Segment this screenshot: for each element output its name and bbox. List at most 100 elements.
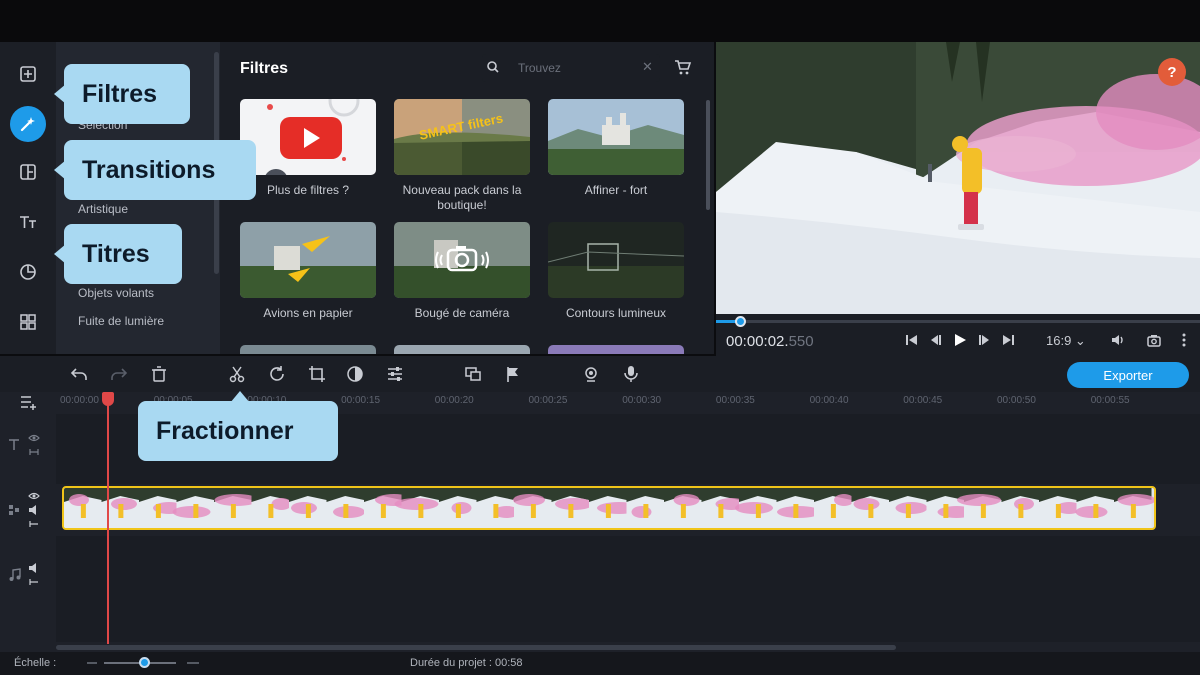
link-icon[interactable]: [28, 518, 40, 530]
seek-bar[interactable]: [716, 316, 1200, 327]
filter-thumbnail: [548, 222, 684, 298]
link-icon[interactable]: [28, 446, 40, 458]
clip-frame: [251, 488, 292, 528]
settings-sliders-icon[interactable]: [386, 365, 404, 383]
clip-frame: [513, 488, 552, 528]
volume-icon[interactable]: [28, 562, 40, 574]
filter-thumbnail: [394, 222, 530, 298]
stickers-tool-button[interactable]: [10, 254, 46, 290]
volume-icon[interactable]: [28, 504, 40, 516]
video-track[interactable]: [56, 484, 1200, 536]
filter-tile-paper-planes[interactable]: Avions en papier: [240, 222, 376, 321]
clip-frame: [326, 488, 365, 528]
filter-tile-glowing-edges[interactable]: Contours lumineux: [548, 222, 684, 321]
delete-icon[interactable]: [150, 365, 168, 383]
castle-thumbnail: [548, 99, 684, 175]
timeline-scrollbar[interactable]: [56, 645, 896, 650]
filter-tile-partial[interactable]: [394, 345, 530, 354]
status-bar: Échelle : Durée du projet : 00:58: [0, 652, 1200, 675]
skip-end-icon[interactable]: [1000, 332, 1016, 348]
timecode: 00:00:02.550: [726, 333, 814, 350]
clear-search-icon[interactable]: ✕: [642, 59, 653, 75]
help-button[interactable]: ?: [1158, 58, 1186, 86]
top-bar: [0, 0, 1200, 42]
clip-frame: [626, 488, 664, 528]
add-track-icon[interactable]: [20, 394, 38, 410]
video-editor-window: Sélection Artistique Objets volants Fuit…: [0, 0, 1200, 675]
search-icon: [487, 61, 499, 73]
zoom-out-icon[interactable]: [86, 659, 98, 667]
filter-tile-more[interactable]: Plus de filtres ?: [240, 99, 376, 198]
search-box: ✕: [482, 54, 660, 82]
smart-filters-thumbnail: SMART filters: [394, 99, 530, 175]
visibility-icon[interactable]: [28, 490, 40, 502]
filter-tile-camera-shake[interactable]: Bougé de caméra: [394, 222, 530, 321]
link-icon[interactable]: [28, 576, 40, 588]
filter-label: Nouveau pack dans la boutique!: [402, 183, 522, 212]
aspect-ratio-select[interactable]: 16:9 ⌄: [1046, 333, 1086, 349]
scissors-icon[interactable]: [228, 365, 246, 383]
visibility-icon[interactable]: [28, 432, 40, 444]
ruler-tick-label: 00:00:55: [1090, 395, 1130, 406]
filter-tile-sharpen-strong[interactable]: Affiner - fort: [548, 99, 684, 198]
clip-frame: [1039, 488, 1082, 528]
ruler-tick-label: 00:00:50: [997, 395, 1036, 406]
play-icon[interactable]: [952, 332, 968, 348]
text-icon: [20, 216, 36, 228]
audio-track[interactable]: [56, 536, 1200, 642]
export-button[interactable]: Exporter: [1067, 362, 1189, 388]
clip-frame: [439, 488, 477, 528]
filter-label: Plus de filtres ?: [266, 183, 350, 197]
timecode-ms: 550: [788, 333, 814, 350]
ruler-tick-label: 00:00:20: [434, 395, 474, 406]
callout-filters: Filtres: [54, 64, 190, 124]
callout-transitions: Transitions: [54, 140, 256, 200]
skip-start-icon[interactable]: [904, 332, 920, 348]
crop-icon[interactable]: [308, 365, 326, 383]
filter-tile-partial[interactable]: [240, 345, 376, 354]
clip-frame: [476, 488, 520, 528]
snapshot-icon[interactable]: [1146, 332, 1162, 348]
cart-icon[interactable]: [674, 58, 692, 76]
undo-icon[interactable]: [70, 365, 88, 383]
zoom-handle[interactable]: [138, 657, 150, 668]
ruler-tick-label: 00:00:45: [903, 395, 943, 406]
player-controls: 00:00:02.550 16:9 ⌄: [716, 314, 1200, 356]
filters-scrollbar[interactable]: [706, 100, 710, 210]
search-input[interactable]: [518, 58, 636, 78]
video-preview[interactable]: [716, 42, 1200, 314]
color-adjust-icon[interactable]: [346, 365, 364, 383]
overlay-icon[interactable]: [464, 365, 482, 383]
seek-handle[interactable]: [735, 316, 747, 327]
clip-frame: [889, 488, 928, 528]
marker-flag-icon[interactable]: [504, 365, 522, 383]
filter-tile-partial[interactable]: [548, 345, 684, 354]
more-options-icon[interactable]: [1176, 332, 1192, 348]
category-item-light-leaks[interactable]: Fuite de lumière: [78, 314, 164, 328]
category-item-flying-objects[interactable]: Objets volants: [78, 286, 154, 300]
filter-tile-new-pack[interactable]: SMART filters Nouveau pack dans la bouti…: [394, 99, 530, 213]
category-item-artistic[interactable]: Artistique: [78, 202, 128, 216]
music-note-icon: [9, 568, 21, 581]
zoom-in-icon[interactable]: [186, 659, 200, 667]
volume-icon[interactable]: [1110, 332, 1126, 348]
filters-tool-button[interactable]: [10, 106, 46, 142]
playhead[interactable]: [107, 398, 109, 644]
more-tools-button[interactable]: [10, 304, 46, 340]
video-track-icon: [9, 505, 19, 515]
microphone-icon[interactable]: [622, 365, 640, 383]
video-clip[interactable]: [62, 486, 1156, 530]
transitions-tool-button[interactable]: [10, 154, 46, 190]
redo-icon[interactable]: [110, 365, 128, 383]
ruler-tick-label: 00:00:35: [715, 395, 755, 406]
frame-forward-icon[interactable]: [976, 332, 992, 348]
titles-tool-button[interactable]: [10, 204, 46, 240]
timecode-main: 00:00:02.: [726, 333, 789, 350]
rotate-icon[interactable]: [268, 365, 286, 383]
frame-back-icon[interactable]: [928, 332, 944, 348]
playhead-handle[interactable]: [102, 392, 114, 406]
title-track-icon: [9, 439, 19, 450]
grid-icon: [20, 314, 36, 330]
import-button[interactable]: [10, 56, 46, 92]
webcam-record-icon[interactable]: [582, 365, 600, 383]
